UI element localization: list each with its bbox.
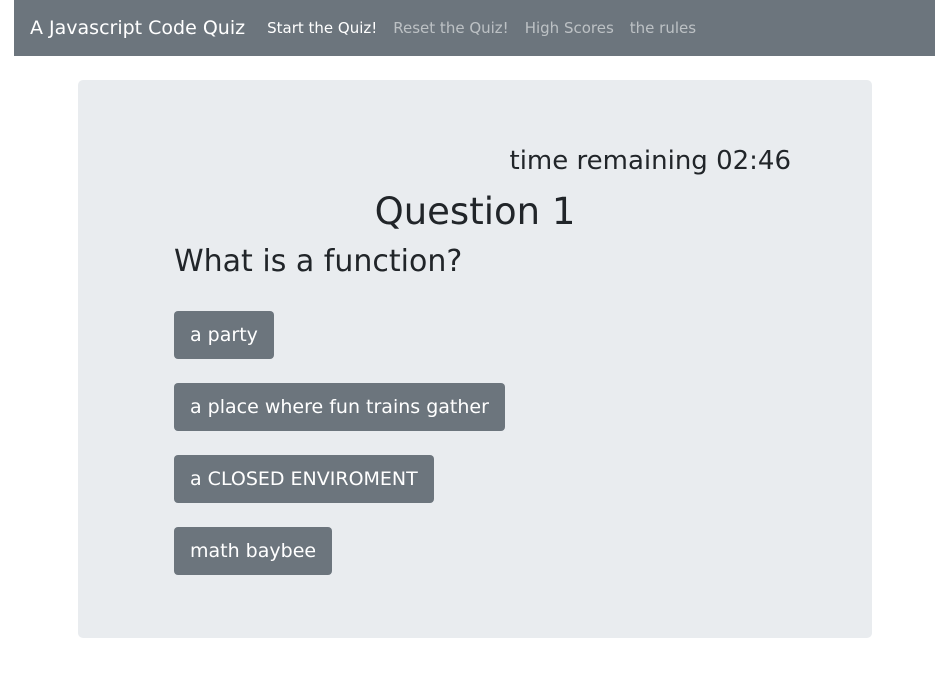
navbar: A Javascript Code Quiz Start the Quiz! R… (14, 0, 935, 56)
navbar-brand[interactable]: A Javascript Code Quiz (30, 17, 245, 39)
nav-link-start-quiz[interactable]: Start the Quiz! (267, 19, 377, 37)
answer-button-2[interactable]: a place where fun trains gather (174, 383, 505, 431)
question-number: Question 1 (374, 190, 576, 233)
question-text: What is a function? (174, 244, 463, 279)
quiz-panel: time remaining 02:46 Question 1 What is … (78, 80, 872, 638)
nav-link-high-scores[interactable]: High Scores (525, 19, 614, 37)
answer-button-4[interactable]: math baybee (174, 527, 333, 575)
nav-link-reset-quiz[interactable]: Reset the Quiz! (393, 19, 508, 37)
timer-display: time remaining 02:46 (509, 146, 791, 176)
answer-button-3[interactable]: a CLOSED ENVIROMENT (174, 455, 434, 503)
nav-link-rules[interactable]: the rules (630, 19, 696, 37)
answer-button-1[interactable]: a party (174, 311, 274, 359)
